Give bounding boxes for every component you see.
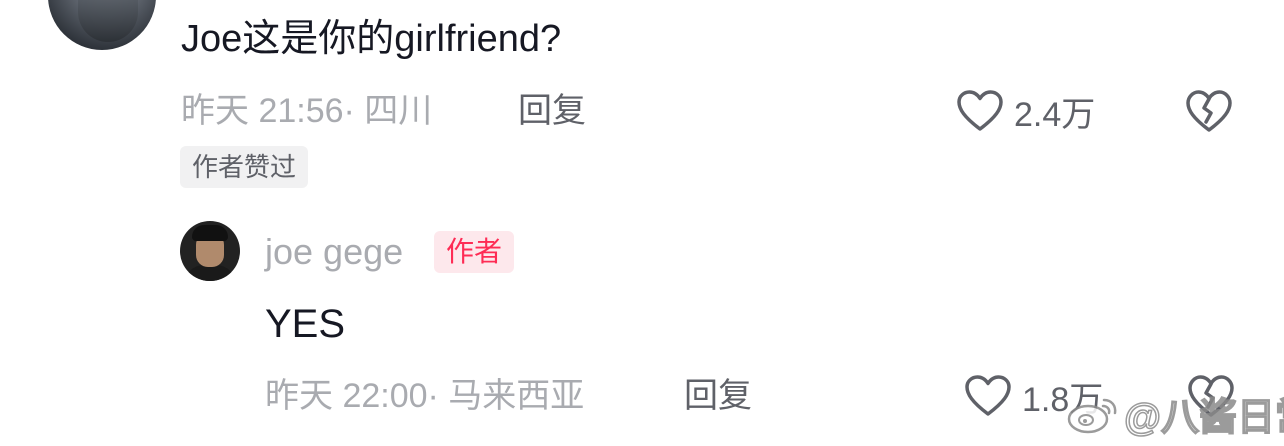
watermark-text: @八酱日常 [1123,396,1284,440]
comment-meta: 昨天 21:56· 四川 [181,92,433,130]
reply-text: YES [265,302,346,346]
heart-outline-icon [965,375,1011,416]
broken-heart-icon [1186,90,1232,132]
comment-thread: Joe这是你的girlfriend? 昨天 21:56· 四川 回复 2.4万 … [0,0,1284,446]
reply-username[interactable]: joe gege [265,228,403,276]
reply-meta: 昨天 22:00· 马来西亚 [265,377,585,415]
watermark: @八酱日常 [1066,386,1284,441]
dislike-button[interactable] [1184,86,1234,136]
author-liked-badge: 作者赞过 [180,146,309,188]
like-button[interactable]: 2.4万 [956,86,1095,136]
heart-outline-icon [957,90,1003,131]
weibo-logo-icon [1067,398,1117,433]
commenter-avatar[interactable] [48,0,156,50]
reply-avatar[interactable] [180,221,240,281]
reply-reply-button[interactable]: 回复 [684,373,752,419]
avatar-hair-shape [192,225,228,241]
like-count: 2.4万 [1014,95,1096,134]
comment-text: Joe这是你的girlfriend? [181,18,562,60]
avatar-body-shape [184,265,236,281]
reply-button[interactable]: 回复 [518,88,586,134]
author-tag: 作者 [434,231,515,273]
avatar-photo-shade [78,0,138,42]
